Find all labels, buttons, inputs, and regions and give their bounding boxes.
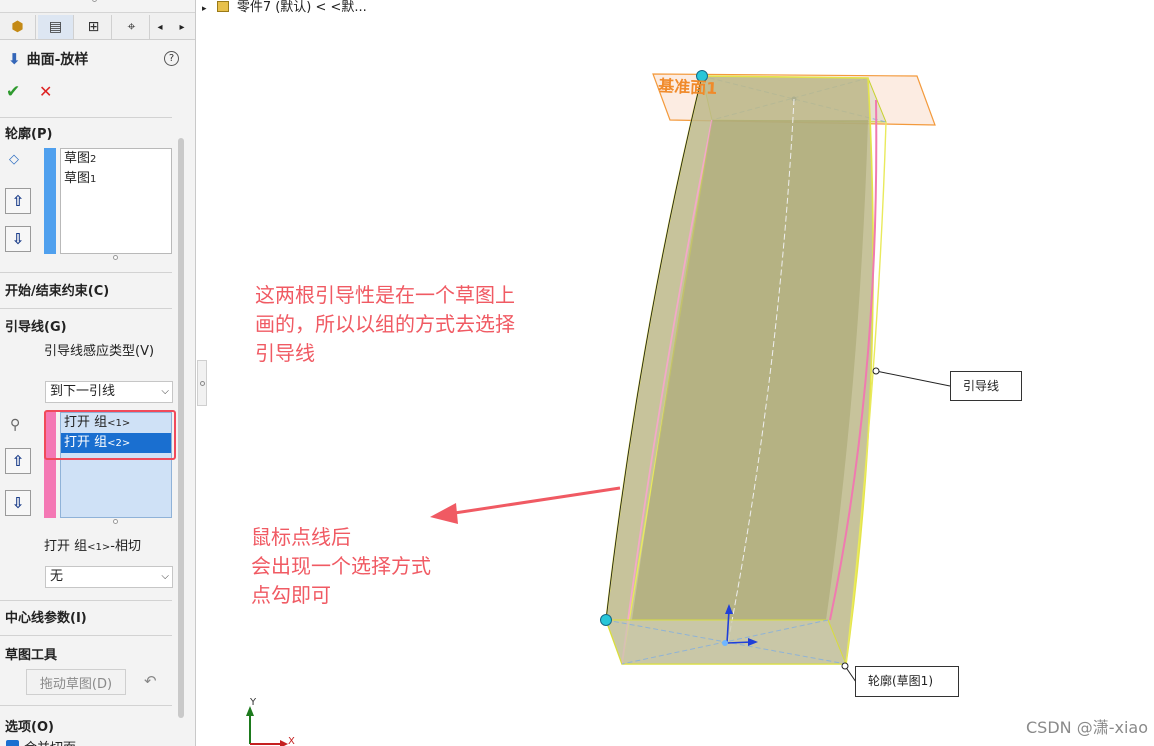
help-icon[interactable]: ? bbox=[164, 51, 179, 66]
list-item-label: 草图 bbox=[64, 151, 91, 166]
annotation-arrow-shaft bbox=[447, 486, 621, 516]
start-end-section-header[interactable]: 开始/结束约束(C) bbox=[5, 280, 109, 299]
profile-callout-anchor bbox=[841, 662, 849, 670]
tab-scroll-left[interactable]: ◂ bbox=[152, 17, 168, 37]
top-grip[interactable] bbox=[92, 0, 97, 2]
profile-move-up-button[interactable]: ⇧ bbox=[5, 188, 31, 214]
profile-move-down-button[interactable]: ⇩ bbox=[5, 226, 31, 252]
annotation-selection-hint: 鼠标点线后 会出现一个选择方式 点勾即可 bbox=[251, 523, 431, 610]
part-icon bbox=[216, 1, 229, 12]
guide-influence-value: 到下一引线 bbox=[50, 384, 116, 399]
guide-influence-select[interactable]: 到下一引线 ⌵ bbox=[45, 381, 173, 403]
divider bbox=[0, 600, 172, 601]
configuration-icon: ⊞ bbox=[87, 19, 100, 35]
expand-arrow-icon[interactable]: ▸ bbox=[202, 4, 207, 14]
tab-property-manager[interactable]: ▤ bbox=[38, 15, 74, 39]
divider bbox=[0, 117, 172, 118]
panel-splitter[interactable] bbox=[197, 360, 207, 406]
guide-callout[interactable]: 引导线 bbox=[950, 371, 1022, 401]
watermark: CSDN @潇-xiao bbox=[1026, 718, 1148, 737]
ok-button[interactable]: ✔ bbox=[6, 82, 20, 102]
annotation-arrow-head bbox=[430, 503, 458, 524]
listbox-resize-grip[interactable] bbox=[113, 519, 118, 524]
loft-feature-icon: ⬇ bbox=[8, 50, 21, 68]
profile-callout[interactable]: 轮廓(草图1) bbox=[855, 666, 959, 697]
cancel-button[interactable]: ✕ bbox=[39, 82, 52, 101]
divider bbox=[0, 635, 172, 636]
tab-dimxpert-manager[interactable]: ⌖ bbox=[114, 15, 150, 39]
options-section-header[interactable]: 选项(O) bbox=[5, 716, 54, 735]
chevron-down-icon: ⌵ bbox=[161, 386, 169, 397]
annotation-line: 引导线 bbox=[255, 341, 315, 365]
tangency-label: 打开 组<1>-相切 bbox=[44, 535, 141, 554]
merge-tangent-checkbox[interactable] bbox=[6, 740, 19, 746]
triad-origin bbox=[722, 640, 728, 646]
tangency-label-main: 打开 组 bbox=[44, 539, 88, 554]
view-triad-x-arrow bbox=[280, 740, 288, 746]
arrow-up-icon: ⇧ bbox=[11, 452, 25, 470]
annotation-line: 这两根引导性是在一个草图上 bbox=[255, 283, 515, 307]
pm-title: ⬇ 曲面-放样 bbox=[8, 48, 88, 70]
tangency-select[interactable]: 无 ⌵ bbox=[45, 566, 173, 588]
feature-manager-icon: ⬢ bbox=[11, 19, 24, 35]
guide-influence-label-text: 引导线感应类型(V) bbox=[44, 344, 155, 359]
list-item-number: 2 bbox=[90, 154, 97, 165]
divider bbox=[0, 308, 172, 309]
centerline-section-header[interactable]: 中心线参数(I) bbox=[5, 607, 87, 626]
guide-selection-icon: ⚲ bbox=[10, 417, 21, 433]
arrow-up-icon: ⇧ bbox=[11, 192, 25, 210]
tangency-label-tag: <1> bbox=[87, 542, 111, 553]
list-item[interactable]: 草图2 bbox=[61, 149, 171, 169]
property-manager-panel: ⬢ ▤ ⊞ ⌖ ◂ ▸ ⬇ 曲面-放样 ? ✔ ✕ 轮廓(P) ◇ 草图2 草图… bbox=[0, 0, 196, 746]
feature-tree-root[interactable]: 零件7 (默认) < <默... bbox=[237, 0, 367, 15]
profiles-listbox[interactable]: 草图2 草图1 bbox=[60, 148, 172, 254]
divider bbox=[0, 272, 172, 273]
list-item[interactable]: 草图1 bbox=[61, 169, 171, 189]
merge-tangent-label: 合并切面 bbox=[24, 737, 76, 746]
tangency-label-suffix: -相切 bbox=[110, 539, 141, 554]
guides-section-header[interactable]: 引导线(G) bbox=[5, 316, 67, 335]
profile-selection-icon: ◇ bbox=[9, 152, 19, 167]
arrow-down-icon: ⇩ bbox=[11, 494, 25, 512]
annotation-line: 会出现一个选择方式 bbox=[251, 554, 431, 578]
annotation-guide-explanation: 这两根引导性是在一个草图上 画的，所以以组的方式去选择 引导线 bbox=[255, 281, 515, 368]
drag-sketch-button[interactable]: 拖动草图(D) bbox=[26, 669, 126, 695]
sketch-tools-section-header[interactable]: 草图工具 bbox=[5, 644, 57, 663]
property-manager-icon: ▤ bbox=[48, 19, 63, 35]
manager-tabs: ⬢ ▤ ⊞ ⌖ ◂ ▸ bbox=[0, 12, 195, 40]
tab-scroll-right[interactable]: ▸ bbox=[174, 17, 190, 37]
list-item-number: 1 bbox=[90, 174, 97, 185]
panel-scrollbar[interactable] bbox=[178, 138, 184, 718]
chevron-right-icon: ▸ bbox=[179, 21, 185, 33]
feature-tree-flyout[interactable]: ▸ 零件7 (默认) < <默... bbox=[202, 0, 367, 15]
tab-configuration-manager[interactable]: ⊞ bbox=[76, 15, 112, 39]
annotation-line: 鼠标点线后 bbox=[251, 525, 351, 549]
guide-callout-anchor bbox=[872, 367, 880, 375]
list-item-label: 草图 bbox=[64, 171, 91, 186]
view-triad-y-label: Y bbox=[249, 697, 257, 708]
tangency-value: 无 bbox=[50, 569, 64, 584]
guide-move-up-button[interactable]: ⇧ bbox=[5, 448, 31, 474]
undo-icon[interactable]: ↶ bbox=[144, 672, 157, 690]
profile-color-strip bbox=[44, 148, 56, 254]
listbox-resize-grip[interactable] bbox=[113, 255, 118, 260]
profiles-section-header[interactable]: 轮廓(P) bbox=[5, 123, 52, 142]
annotation-line: 点勾即可 bbox=[251, 583, 331, 607]
annotation-line: 画的，所以以组的方式去选择 bbox=[255, 312, 515, 336]
crosshair-icon: ⌖ bbox=[127, 19, 136, 35]
chevron-left-icon: ◂ bbox=[157, 21, 163, 33]
view-triad-x-label: X bbox=[288, 736, 295, 746]
chevron-down-icon: ⌵ bbox=[161, 571, 169, 582]
tab-feature-manager[interactable]: ⬢ bbox=[0, 15, 36, 39]
splitter-grip bbox=[200, 381, 205, 386]
guide-move-down-button[interactable]: ⇩ bbox=[5, 490, 31, 516]
page-title: 曲面-放样 bbox=[26, 52, 89, 68]
guide-callout-leader bbox=[875, 370, 951, 387]
guide-influence-label: 引导线感应类型(V) bbox=[44, 340, 154, 359]
datum-plane-label: 基准面1 bbox=[657, 76, 718, 98]
connector-point-bottom[interactable] bbox=[600, 614, 612, 626]
divider bbox=[0, 705, 172, 706]
arrow-down-icon: ⇩ bbox=[11, 230, 25, 248]
highlight-box bbox=[44, 410, 176, 460]
